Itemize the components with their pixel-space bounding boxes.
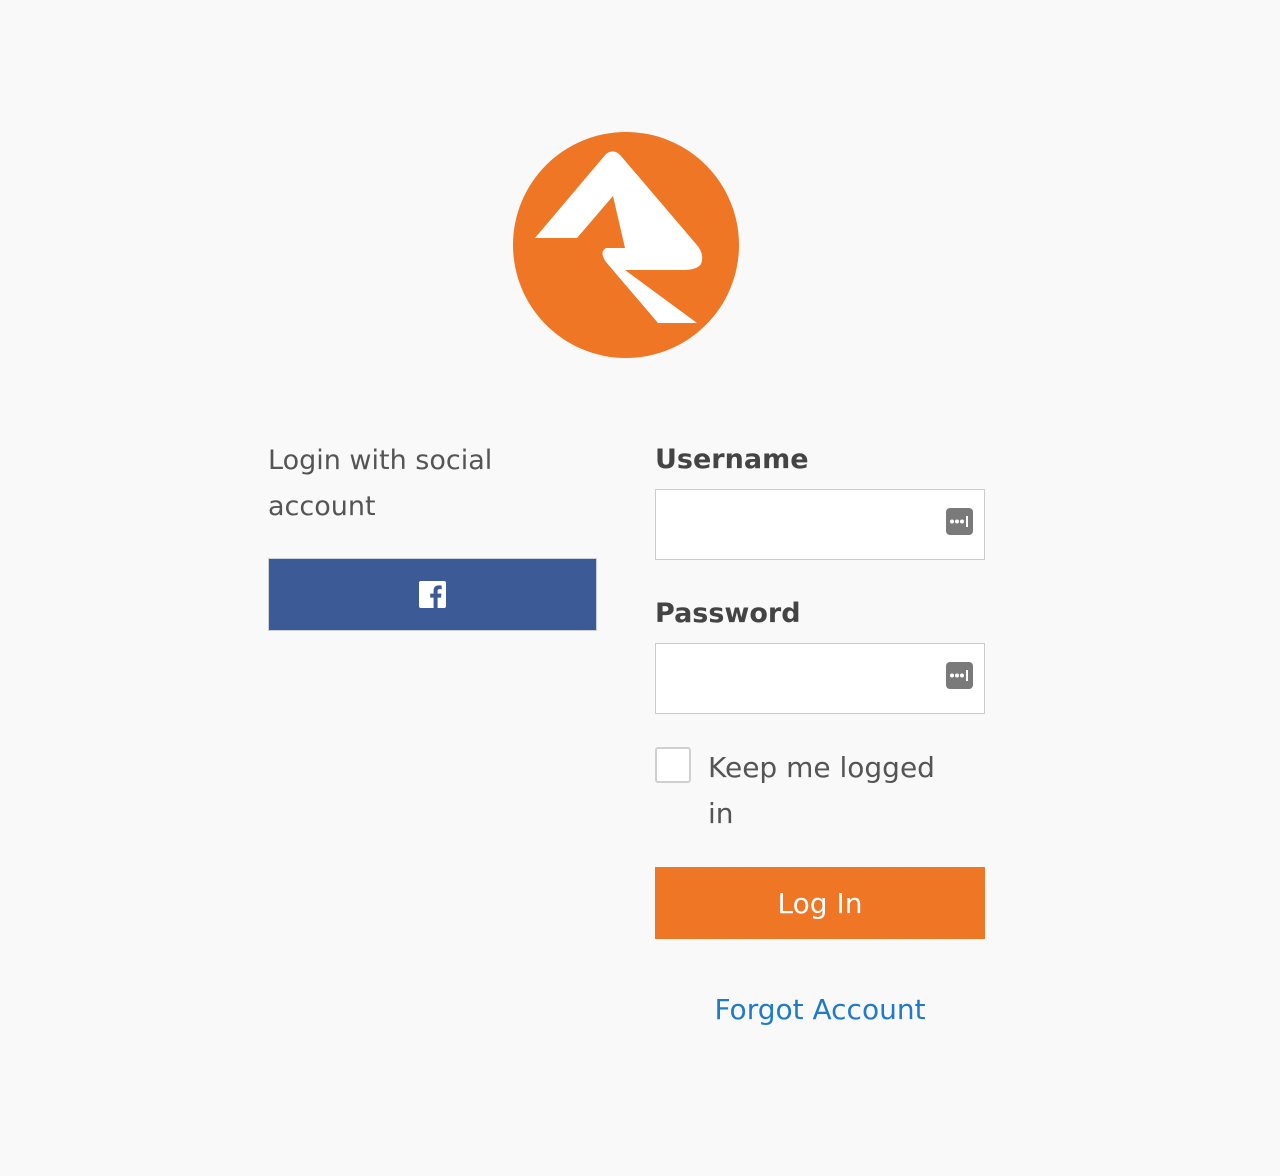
- password-field-container: [655, 643, 985, 714]
- login-button[interactable]: Log In: [655, 867, 985, 939]
- social-login-section: Login with social account: [268, 438, 598, 631]
- rock-logo-icon: [513, 132, 739, 358]
- facebook-icon: [419, 581, 446, 608]
- username-input[interactable]: [656, 490, 984, 559]
- password-manager-icon[interactable]: [946, 662, 973, 689]
- password-manager-icon[interactable]: [946, 508, 973, 535]
- forgot-account-link[interactable]: Forgot Account: [655, 990, 985, 1030]
- facebook-login-button[interactable]: [268, 558, 597, 631]
- password-input[interactable]: [656, 644, 984, 713]
- username-label: Username: [655, 444, 809, 475]
- password-label: Password: [655, 598, 801, 629]
- keep-logged-in-label[interactable]: Keep me logged in: [708, 745, 948, 837]
- username-field-container: [655, 489, 985, 560]
- login-page: Login with social account Username Passw…: [0, 0, 1280, 1176]
- keep-logged-in-checkbox[interactable]: [655, 747, 691, 783]
- social-login-heading: Login with social account: [268, 445, 493, 522]
